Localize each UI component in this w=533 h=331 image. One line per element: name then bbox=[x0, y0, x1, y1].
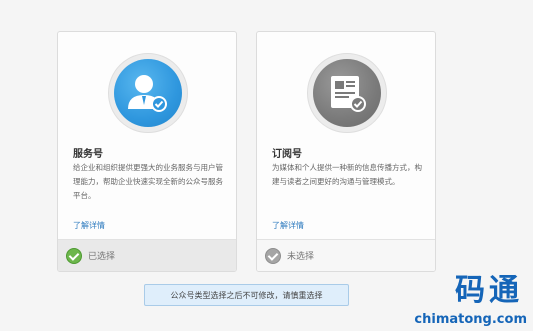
service-account-icon-ring bbox=[108, 53, 188, 133]
watermark-url: chimatong.com bbox=[414, 312, 527, 327]
service-account-card[interactable]: 服务号 给企业和组织提供更强大的业务服务与用户管理能力，帮助企业快速实现全新的公… bbox=[57, 31, 237, 272]
card-description: 给企业和组织提供更强大的业务服务与用户管理能力，帮助企业快速实现全新的公众号服务… bbox=[73, 163, 223, 200]
selection-status[interactable]: 已选择 bbox=[58, 239, 236, 271]
card-title: 订阅号 bbox=[272, 149, 302, 160]
type-selection-notice: 公众号类型选择之后不可修改，请慎重选择 bbox=[144, 284, 349, 306]
subscription-account-icon-ring bbox=[307, 53, 387, 133]
selection-status-label: 已选择 bbox=[88, 252, 116, 262]
check-icon bbox=[265, 247, 281, 264]
document-check-icon bbox=[313, 59, 381, 127]
card-title: 服务号 bbox=[73, 149, 103, 160]
card-description: 为媒体和个人提供一种新的信息传播方式，构建与读者之间更好的沟通与管理模式。 bbox=[272, 163, 422, 186]
selection-status-label: 未选择 bbox=[287, 252, 315, 262]
learn-more-link[interactable]: 了解详情 bbox=[73, 220, 105, 231]
learn-more-link[interactable]: 了解详情 bbox=[272, 220, 304, 231]
watermark-logo: 码通 bbox=[455, 273, 523, 308]
check-icon bbox=[66, 247, 82, 264]
site-watermark: 码通 chimatong.com bbox=[387, 265, 527, 327]
person-check-icon bbox=[114, 59, 182, 127]
subscription-account-card[interactable]: 订阅号 为媒体和个人提供一种新的信息传播方式，构建与读者之间更好的沟通与管理模式… bbox=[256, 31, 436, 272]
